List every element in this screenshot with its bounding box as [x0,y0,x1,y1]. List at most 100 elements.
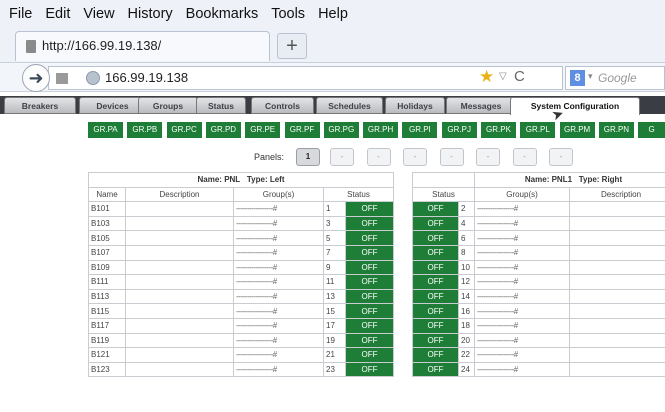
group-button-grpi[interactable]: GR.PI [402,122,438,138]
breaker-description[interactable] [125,259,234,276]
status-off-button[interactable]: OFF [344,303,395,319]
breaker-groups[interactable]: -----------------# [233,288,324,305]
panel-button-empty[interactable]: - [512,148,537,166]
breaker-groups[interactable]: -----------------# [233,244,324,261]
breaker-description[interactable] [125,274,234,290]
status-off-button[interactable]: OFF [412,303,459,319]
breaker-description[interactable] [125,303,234,319]
group-button-grpk[interactable]: GR.PK [481,122,516,138]
status-off-button[interactable]: OFF [412,244,459,261]
menu-tools[interactable]: Tools [271,6,305,28]
breaker-description[interactable] [568,303,665,319]
menu-edit[interactable]: Edit [45,6,70,28]
status-off-button[interactable]: OFF [412,361,459,378]
breaker-description[interactable] [125,332,234,349]
group-button-grpf[interactable]: GR.PF [284,122,320,138]
breaker-groups[interactable]: -----------------# [474,274,570,290]
breaker-groups[interactable]: -----------------# [474,361,570,378]
breaker-description[interactable] [125,317,234,334]
breaker-description[interactable] [125,347,234,363]
menu-history[interactable]: History [128,6,173,28]
status-off-button[interactable]: OFF [344,288,395,305]
breaker-groups[interactable]: -----------------# [233,201,324,217]
breaker-description[interactable] [568,332,665,349]
breaker-groups[interactable]: -----------------# [474,259,570,276]
group-button-grpd[interactable]: GR.PD [205,122,241,138]
group-button-grpn[interactable]: GR.PN [598,122,634,138]
breaker-groups[interactable]: -----------------# [233,347,324,363]
breaker-groups[interactable]: -----------------# [474,332,570,349]
group-button-grpj[interactable]: GR.PJ [441,122,477,138]
back-button[interactable]: ➜ [22,64,50,92]
status-off-button[interactable]: OFF [412,288,459,305]
status-off-button[interactable]: OFF [344,274,395,290]
panel-button-empty[interactable]: - [439,148,464,166]
url-text[interactable]: 166.99.19.138 [105,70,188,85]
group-button-grph[interactable]: GR.PH [363,122,399,138]
breaker-groups[interactable]: -----------------# [474,288,570,305]
breaker-groups[interactable]: -----------------# [474,303,570,319]
status-off-button[interactable]: OFF [412,347,459,363]
breaker-description[interactable] [568,259,665,276]
breaker-description[interactable] [125,230,234,246]
status-off-button[interactable]: OFF [344,230,395,246]
group-button-grpm[interactable]: GR.PM [559,122,595,138]
breaker-description[interactable] [568,288,665,305]
tab-devices[interactable]: Devices [79,97,146,114]
panel-button-empty[interactable]: - [403,148,427,166]
breaker-groups[interactable]: -----------------# [233,361,324,378]
group-button-grpc[interactable]: GR.PC [166,122,202,138]
status-off-button[interactable]: OFF [344,259,395,276]
breaker-groups[interactable]: -----------------# [474,215,570,232]
breaker-groups[interactable]: -----------------# [233,303,324,319]
tab-breakers[interactable]: Breakers [4,97,76,114]
group-button-grpa[interactable]: GR.PA [88,122,123,138]
status-off-button[interactable]: OFF [412,215,459,232]
breaker-groups[interactable]: -----------------# [233,274,324,290]
url-dropdown-icon[interactable]: ▽ [499,71,507,82]
breaker-description[interactable] [568,230,665,246]
tab-messages[interactable]: Messages [446,97,516,114]
search-engine-icon[interactable]: 8 [570,70,585,86]
breaker-groups[interactable]: -----------------# [233,317,324,334]
status-off-button[interactable]: OFF [412,274,459,290]
group-button-grpe[interactable]: GR.PE [245,122,281,138]
status-off-button[interactable]: OFF [344,244,395,261]
search-box[interactable]: 8 ▾ Google [565,66,665,90]
breaker-groups[interactable]: -----------------# [474,317,570,334]
group-button-grpb[interactable]: GR.PB [127,122,163,138]
panel-button-empty[interactable]: - [476,148,500,166]
breaker-groups[interactable]: -----------------# [233,259,324,276]
group-button-g[interactable]: G [638,122,665,138]
breaker-groups[interactable]: -----------------# [474,230,570,246]
browser-tab[interactable]: http://166.99.19.138/ [15,31,270,61]
breaker-description[interactable] [568,317,665,334]
status-off-button[interactable]: OFF [412,317,459,334]
search-placeholder[interactable]: Google [598,71,637,85]
status-off-button[interactable]: OFF [344,332,395,349]
group-button-grpg[interactable]: GR.PG [323,122,359,138]
search-dropdown-icon[interactable]: ▾ [588,71,593,82]
tab-schedules[interactable]: Schedules [316,97,383,114]
bookmark-star-icon[interactable]: ★ [479,67,494,87]
breaker-description[interactable] [568,244,665,261]
tab-groups[interactable]: Groups [138,97,198,114]
breaker-groups[interactable]: -----------------# [474,347,570,363]
breaker-groups[interactable]: -----------------# [474,244,570,261]
panel-button-1[interactable]: 1 [296,148,320,166]
breaker-groups[interactable]: -----------------# [233,230,324,246]
status-off-button[interactable]: OFF [344,201,395,217]
breaker-description[interactable] [568,347,665,363]
new-tab-button[interactable]: + [277,33,307,59]
breaker-description[interactable] [568,201,665,217]
breaker-groups[interactable]: -----------------# [233,332,324,349]
status-off-button[interactable]: OFF [344,347,395,363]
address-bar[interactable]: 166.99.19.138 ★ ▽ C [48,66,563,90]
breaker-description[interactable] [125,215,234,232]
tab-controls[interactable]: Controls [251,97,314,114]
breaker-groups[interactable]: -----------------# [233,215,324,232]
breaker-description[interactable] [568,361,665,378]
status-off-button[interactable]: OFF [412,201,459,217]
panel-button-empty[interactable]: - [549,148,573,166]
menu-file[interactable]: File [9,6,32,28]
